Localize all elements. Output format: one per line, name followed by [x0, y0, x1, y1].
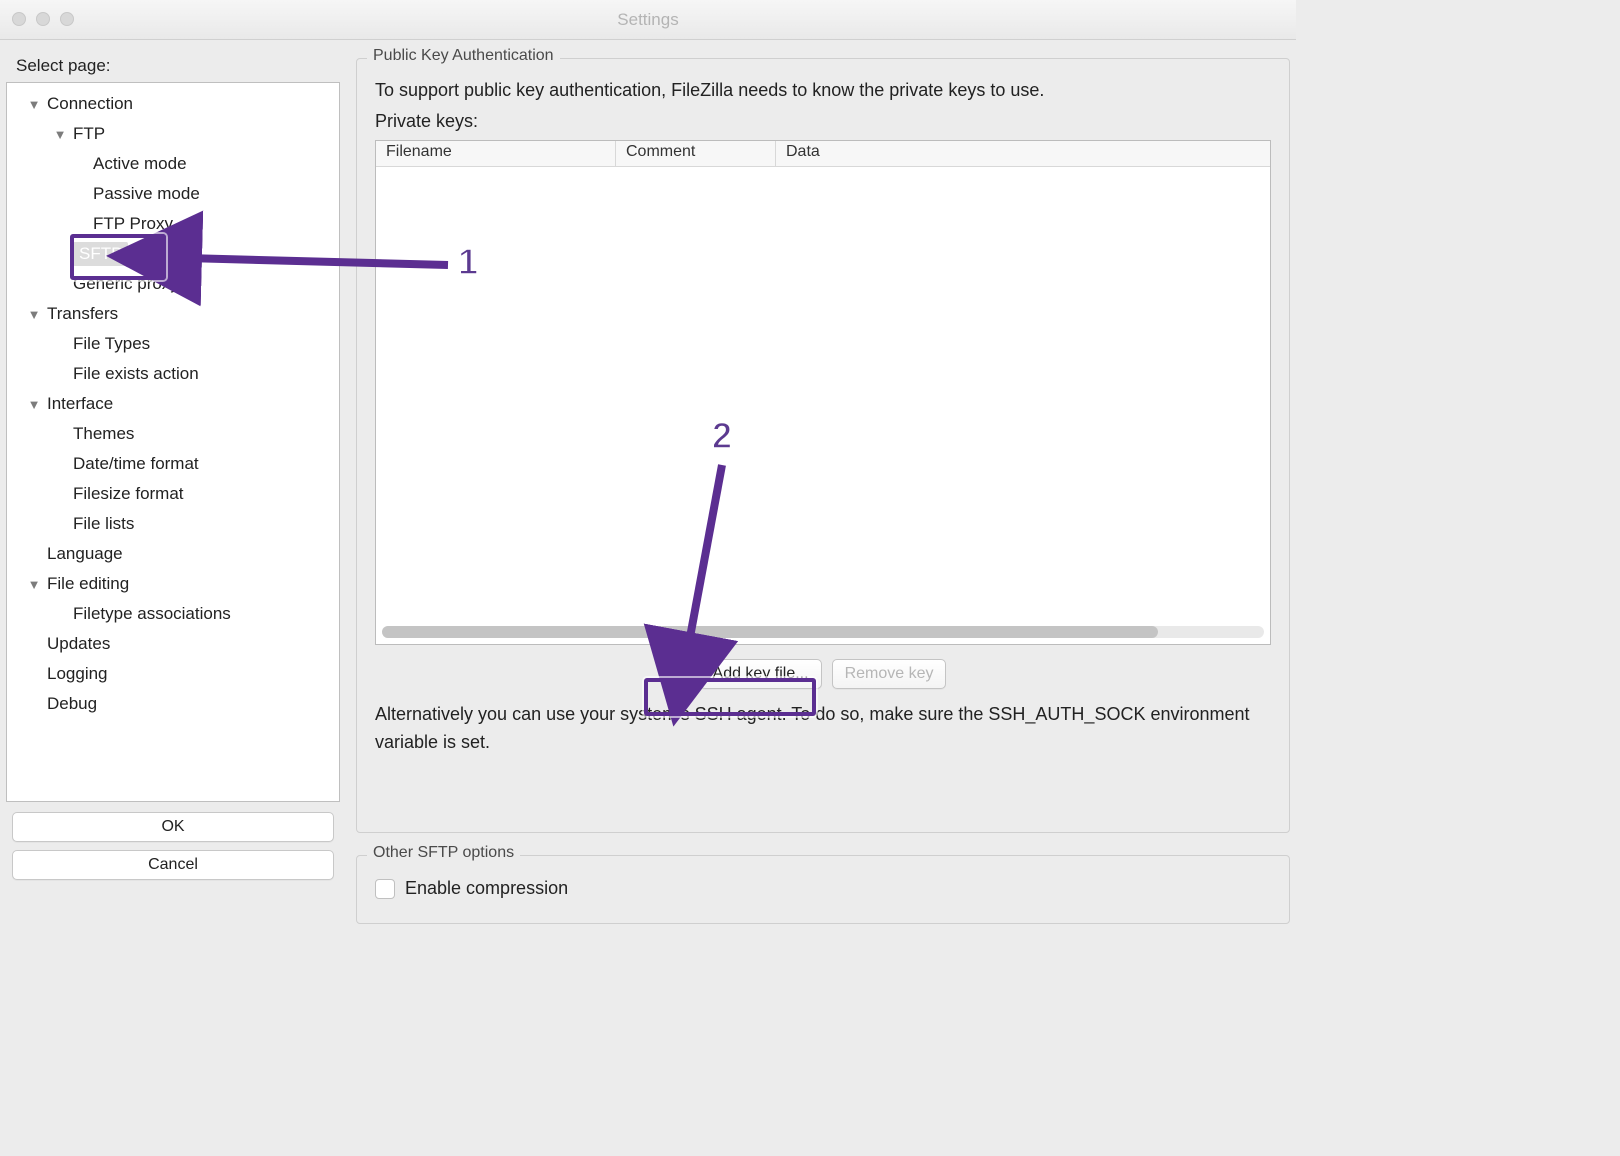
- tree-item-interface[interactable]: ▼ Interface: [7, 389, 339, 419]
- ok-button[interactable]: OK: [12, 812, 334, 842]
- tree-item-label: File lists: [73, 514, 134, 534]
- tree-item-label: Passive mode: [93, 184, 200, 204]
- tree-item-label: Language: [47, 544, 123, 564]
- tree-item-generic-proxy[interactable]: Generic proxy: [7, 269, 339, 299]
- other-options-title: Other SFTP options: [367, 844, 520, 862]
- tree-item-label: Filetype associations: [73, 604, 231, 624]
- titlebar: Settings: [0, 0, 1296, 40]
- tree-item-label: Themes: [73, 424, 134, 444]
- tree-item-label: FTP Proxy: [93, 214, 173, 234]
- other-sftp-options-group: Other SFTP options Enable compression: [356, 855, 1290, 924]
- chevron-down-icon[interactable]: ▼: [25, 577, 43, 592]
- tree-item-file-editing[interactable]: ▼ File editing: [7, 569, 339, 599]
- group-title: Public Key Authentication: [367, 47, 560, 65]
- tree-item-label: Debug: [47, 694, 97, 714]
- minimize-icon[interactable]: [36, 12, 50, 26]
- tree-item-date-time-format[interactable]: Date/time format: [7, 449, 339, 479]
- chevron-down-icon[interactable]: ▼: [51, 127, 69, 142]
- tree-item-label: Connection: [47, 94, 133, 114]
- tree-item-label: File Types: [73, 334, 150, 354]
- tree-item-debug[interactable]: Debug: [7, 689, 339, 719]
- tree-item-filesize-format[interactable]: Filesize format: [7, 479, 339, 509]
- select-page-label: Select page:: [6, 46, 340, 82]
- tree-item-label: File editing: [47, 574, 129, 594]
- tree-item-logging[interactable]: Logging: [7, 659, 339, 689]
- tree-item-label: Logging: [47, 664, 108, 684]
- tree-item-ftp-proxy[interactable]: FTP Proxy: [7, 209, 339, 239]
- tree-item-label: SFTP: [73, 242, 128, 266]
- tree-item-updates[interactable]: Updates: [7, 629, 339, 659]
- chevron-down-icon[interactable]: ▼: [25, 97, 43, 112]
- tree-item-label: Active mode: [93, 154, 187, 174]
- tree-item-ftp[interactable]: ▼ FTP: [7, 119, 339, 149]
- enable-compression-label: Enable compression: [405, 878, 568, 899]
- column-data[interactable]: Data: [776, 141, 1270, 166]
- tree-item-language[interactable]: Language: [7, 539, 339, 569]
- zoom-icon[interactable]: [60, 12, 74, 26]
- horizontal-scrollbar[interactable]: [382, 626, 1264, 638]
- chevron-down-icon[interactable]: ▼: [25, 307, 43, 322]
- tree-item-connection[interactable]: ▼ Connection: [7, 89, 339, 119]
- tree-item-passive-mode[interactable]: Passive mode: [7, 179, 339, 209]
- settings-tree[interactable]: ▼ Connection ▼ FTP Active mode Passive mode FT…: [6, 82, 340, 802]
- close-icon[interactable]: [12, 12, 26, 26]
- tree-item-file-types[interactable]: File Types: [7, 329, 339, 359]
- column-comment[interactable]: Comment: [616, 141, 776, 166]
- add-key-file-button[interactable]: Add key file...: [700, 659, 822, 689]
- tree-item-sftp[interactable]: SFTP: [7, 239, 339, 269]
- tree-item-label: File exists action: [73, 364, 199, 384]
- tree-item-file-exists-action[interactable]: File exists action: [7, 359, 339, 389]
- public-key-auth-group: Public Key Authentication To support pub…: [356, 58, 1290, 833]
- chevron-down-icon[interactable]: ▼: [25, 397, 43, 412]
- tree-item-label: Interface: [47, 394, 113, 414]
- tree-item-label: Transfers: [47, 304, 118, 324]
- private-keys-table[interactable]: Filename Comment Data: [375, 140, 1271, 645]
- tree-item-file-lists[interactable]: File lists: [7, 509, 339, 539]
- tree-item-themes[interactable]: Themes: [7, 419, 339, 449]
- window-title: Settings: [617, 10, 678, 30]
- tree-item-label: Generic proxy: [73, 274, 179, 294]
- tree-item-label: Updates: [47, 634, 110, 654]
- tree-item-label: Date/time format: [73, 454, 199, 474]
- tree-item-label: FTP: [73, 124, 105, 144]
- tree-item-transfers[interactable]: ▼ Transfers: [7, 299, 339, 329]
- window-controls: [12, 12, 74, 26]
- column-filename[interactable]: Filename: [376, 141, 616, 166]
- enable-compression-checkbox[interactable]: [375, 879, 395, 899]
- private-keys-label: Private keys:: [375, 111, 1271, 132]
- description-text: To support public key authentication, Fi…: [375, 77, 1271, 105]
- cancel-button[interactable]: Cancel: [12, 850, 334, 880]
- tree-item-filetype-associations[interactable]: Filetype associations: [7, 599, 339, 629]
- remove-key-button[interactable]: Remove key: [832, 659, 947, 689]
- tree-item-active-mode[interactable]: Active mode: [7, 149, 339, 179]
- tree-item-label: Filesize format: [73, 484, 184, 504]
- ssh-agent-note: Alternatively you can use your system's …: [375, 701, 1271, 757]
